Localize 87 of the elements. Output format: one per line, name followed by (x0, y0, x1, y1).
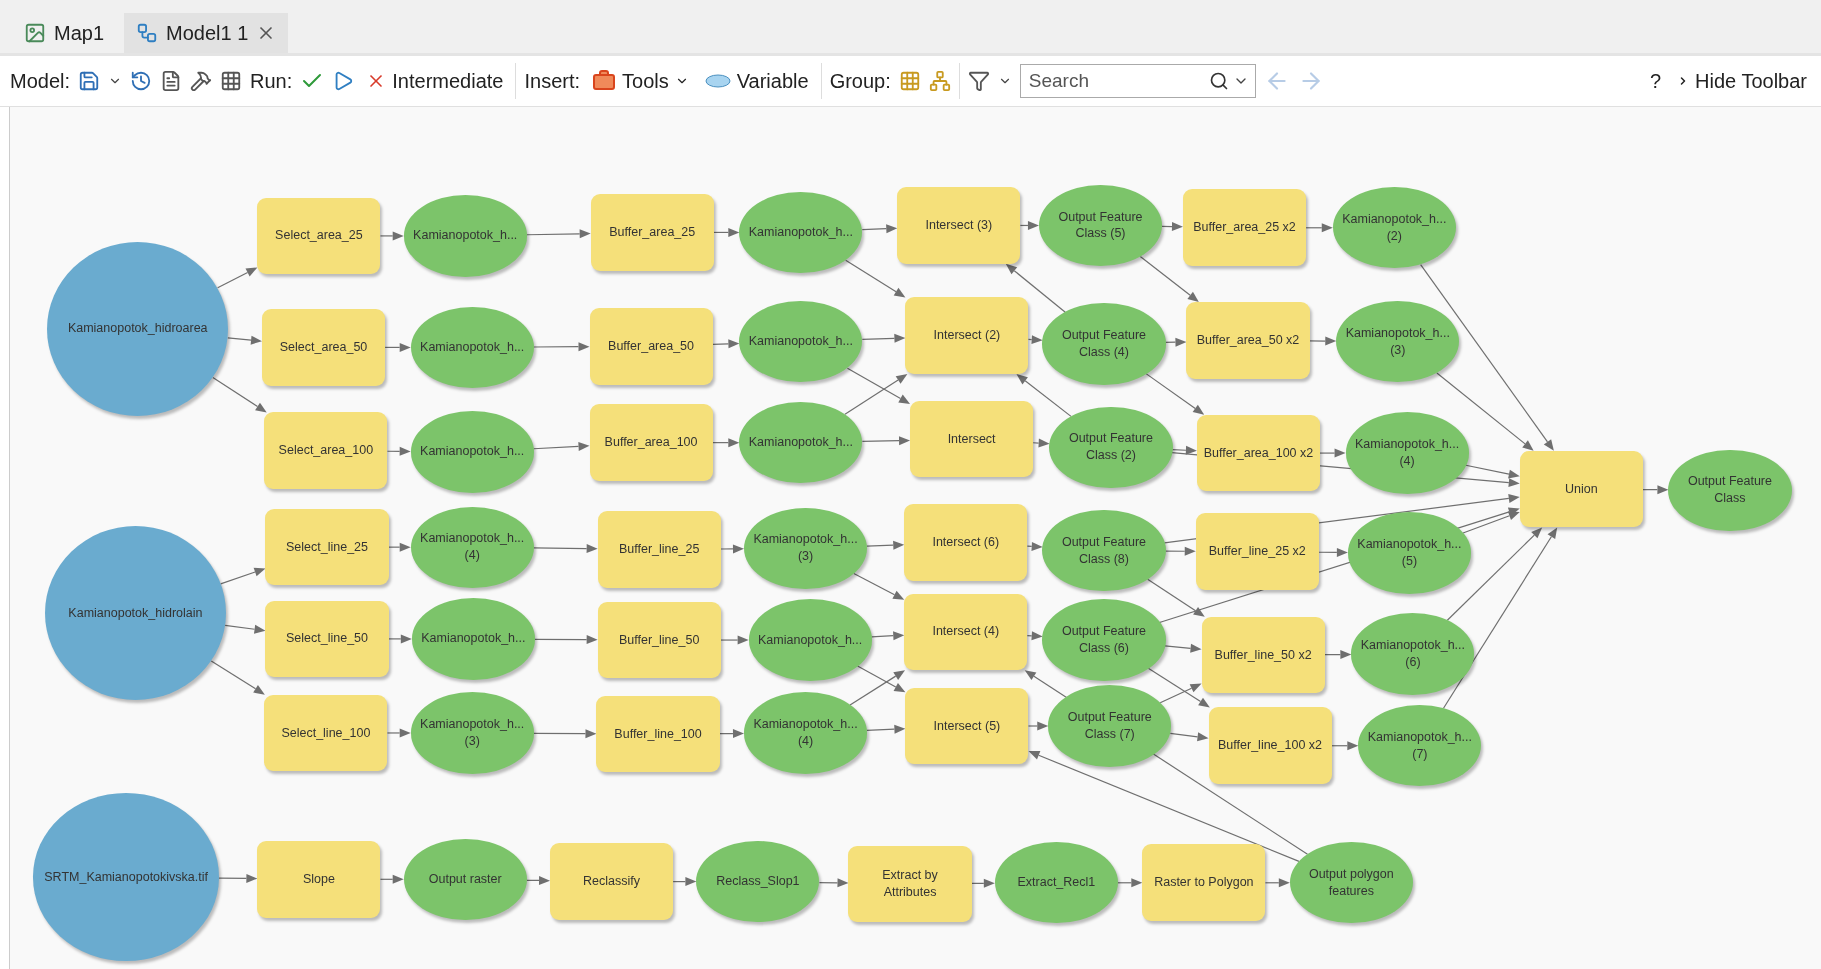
output-variable-node[interactable]: Kamianopotok_h... (3) (1336, 300, 1460, 383)
output-variable-node[interactable]: Kamianopotok_h... (5) (1347, 512, 1471, 594)
intermediate-button[interactable]: Intermediate (362, 66, 508, 96)
tool-node[interactable]: Buffer_area_50 (589, 307, 713, 385)
search-field[interactable]: Search (1019, 64, 1256, 98)
toolbox-icon (592, 69, 617, 93)
output-variable-node[interactable]: Output Feature Class (7) (1048, 685, 1172, 767)
tool-node[interactable]: Buffer_area_100 (589, 404, 713, 481)
output-variable-node[interactable]: Output Feature Class (1668, 449, 1792, 531)
tool-node[interactable]: Buffer_line_100 (596, 695, 720, 773)
output-variable-node[interactable]: Kamianopotok_h... (739, 191, 863, 274)
output-variable-node[interactable]: Kamianopotok_h... (7) (1358, 705, 1482, 787)
output-variable-node[interactable]: Output Feature Class (8) (1042, 510, 1166, 592)
data-variable-node[interactable]: SRTM_Kamianopotokivska.tif (33, 793, 220, 961)
data-variable-node[interactable]: Kamianopotok_hidrolain (44, 526, 226, 701)
tool-node[interactable]: Raster to Polygon (1142, 844, 1266, 922)
output-variable-node[interactable]: Kamianopotok_h... (403, 195, 527, 277)
toolbar-label: Group: (829, 69, 891, 93)
tool-node[interactable]: Slope (257, 840, 381, 918)
tab-label: Map1 (54, 21, 105, 45)
tool-node[interactable]: Buffer_line_100 x2 (1208, 707, 1332, 785)
data-variable-node[interactable]: Kamianopotok_hidroarea (47, 241, 229, 416)
output-variable-node[interactable]: Kamianopotok_h... (4) (410, 506, 534, 588)
output-variable-node[interactable]: Kamianopotok_h... (4) (1345, 412, 1469, 494)
layout-icon[interactable] (220, 70, 243, 92)
filter-icon[interactable] (967, 70, 990, 92)
output-variable-node[interactable]: Output Feature Class (5) (1038, 184, 1163, 267)
tool-node[interactable]: Buffer_line_25 (597, 511, 721, 588)
tool-node[interactable]: Intersect (4) (904, 593, 1028, 671)
toolbar-label: Run: (250, 69, 293, 93)
output-variable-node[interactable]: Kamianopotok_h... (739, 401, 863, 484)
output-variable-node[interactable]: Output raster (403, 838, 527, 920)
tool-node[interactable]: Select_area_50 (262, 309, 386, 386)
output-variable-node[interactable]: Kamianopotok_h... (411, 598, 535, 680)
tab[interactable]: Map1 (12, 13, 117, 53)
tool-node[interactable]: Buffer_area_50 x2 (1186, 302, 1310, 379)
tool-node[interactable]: Buffer_area_25 x2 (1182, 189, 1307, 267)
variable-button[interactable]: Variable (700, 66, 813, 96)
tool-node[interactable]: Select_area_25 (257, 197, 381, 275)
model-icon (136, 22, 159, 44)
output-variable-node[interactable]: Kamianopotok_h... (6) (1351, 613, 1475, 695)
tool-node[interactable]: Intersect (3) (897, 187, 1021, 264)
help-button[interactable]: ? (1645, 66, 1666, 96)
tool-node[interactable]: Buffer_line_25 x2 (1195, 513, 1319, 591)
output-variable-node[interactable]: Reclass_Slop1 (696, 840, 820, 923)
tool-node[interactable]: Intersect (5) (905, 687, 1029, 765)
tool-node[interactable]: Buffer_area_25 (590, 194, 714, 271)
tool-node[interactable]: Buffer_line_50 x2 (1201, 616, 1325, 694)
tool-node[interactable]: Buffer_area_100 x2 (1196, 414, 1320, 492)
group-icon[interactable] (898, 70, 921, 92)
map-icon (24, 22, 46, 44)
ungroup-icon[interactable] (928, 70, 951, 92)
output-variable-node[interactable]: Output polygon features (1289, 842, 1413, 924)
tool-node[interactable]: Select_line_25 (265, 508, 389, 586)
output-variable-node[interactable]: Kamianopotok_h... (410, 411, 534, 493)
toolbar-label: Insert: (524, 69, 581, 93)
output-variable-node[interactable]: Output Feature Class (6) (1042, 599, 1166, 681)
save-icon[interactable] (78, 70, 101, 92)
tool-node[interactable]: Select_area_100 (264, 412, 388, 490)
output-variable-node[interactable]: Output Feature Class (2) (1049, 406, 1173, 488)
tool-node[interactable]: Select_line_100 (264, 694, 388, 772)
tool-node[interactable]: Extract by Attributes (848, 845, 972, 923)
tool-node[interactable]: Intersect (910, 400, 1034, 478)
tool-node[interactable]: Intersect (2) (905, 297, 1029, 375)
output-variable-node[interactable]: Kamianopotok_h... (3) (743, 507, 868, 589)
output-variable-node[interactable]: Extract_Recl1 (994, 842, 1118, 924)
tool-node[interactable]: Intersect (6) (904, 504, 1028, 581)
tool-node[interactable]: Reclassify (550, 843, 674, 920)
hide-toolbar-button[interactable]: Hide Toolbar (1673, 66, 1811, 96)
search-icon (1208, 71, 1229, 91)
tool-node[interactable]: Select_line_50 (265, 600, 389, 678)
output-variable-node[interactable]: Kamianopotok_h... (410, 306, 534, 389)
tool-node[interactable]: Union (1519, 450, 1643, 528)
output-variable-node[interactable]: Kamianopotok_h... (4) (743, 692, 868, 774)
toolbar-label: Model: (10, 69, 71, 93)
output-variable-node[interactable]: Kamianopotok_h... (739, 300, 863, 383)
output-variable-node[interactable]: Kamianopotok_h... (2) (1332, 187, 1456, 269)
output-variable-node[interactable]: Output Feature Class (4) (1042, 303, 1166, 385)
tools-button[interactable]: Tools (588, 66, 693, 96)
hammer-icon[interactable] (190, 70, 213, 92)
tab[interactable]: Model1 1 (124, 13, 289, 53)
output-variable-node[interactable]: Kamianopotok_h... (748, 599, 872, 681)
tool-node[interactable]: Buffer_line_50 (597, 601, 721, 679)
tab-label: Model1 1 (166, 21, 249, 45)
history-icon[interactable] (130, 70, 153, 92)
ellipse-icon (704, 74, 731, 88)
output-variable-node[interactable]: Kamianopotok_h... (3) (410, 692, 534, 774)
